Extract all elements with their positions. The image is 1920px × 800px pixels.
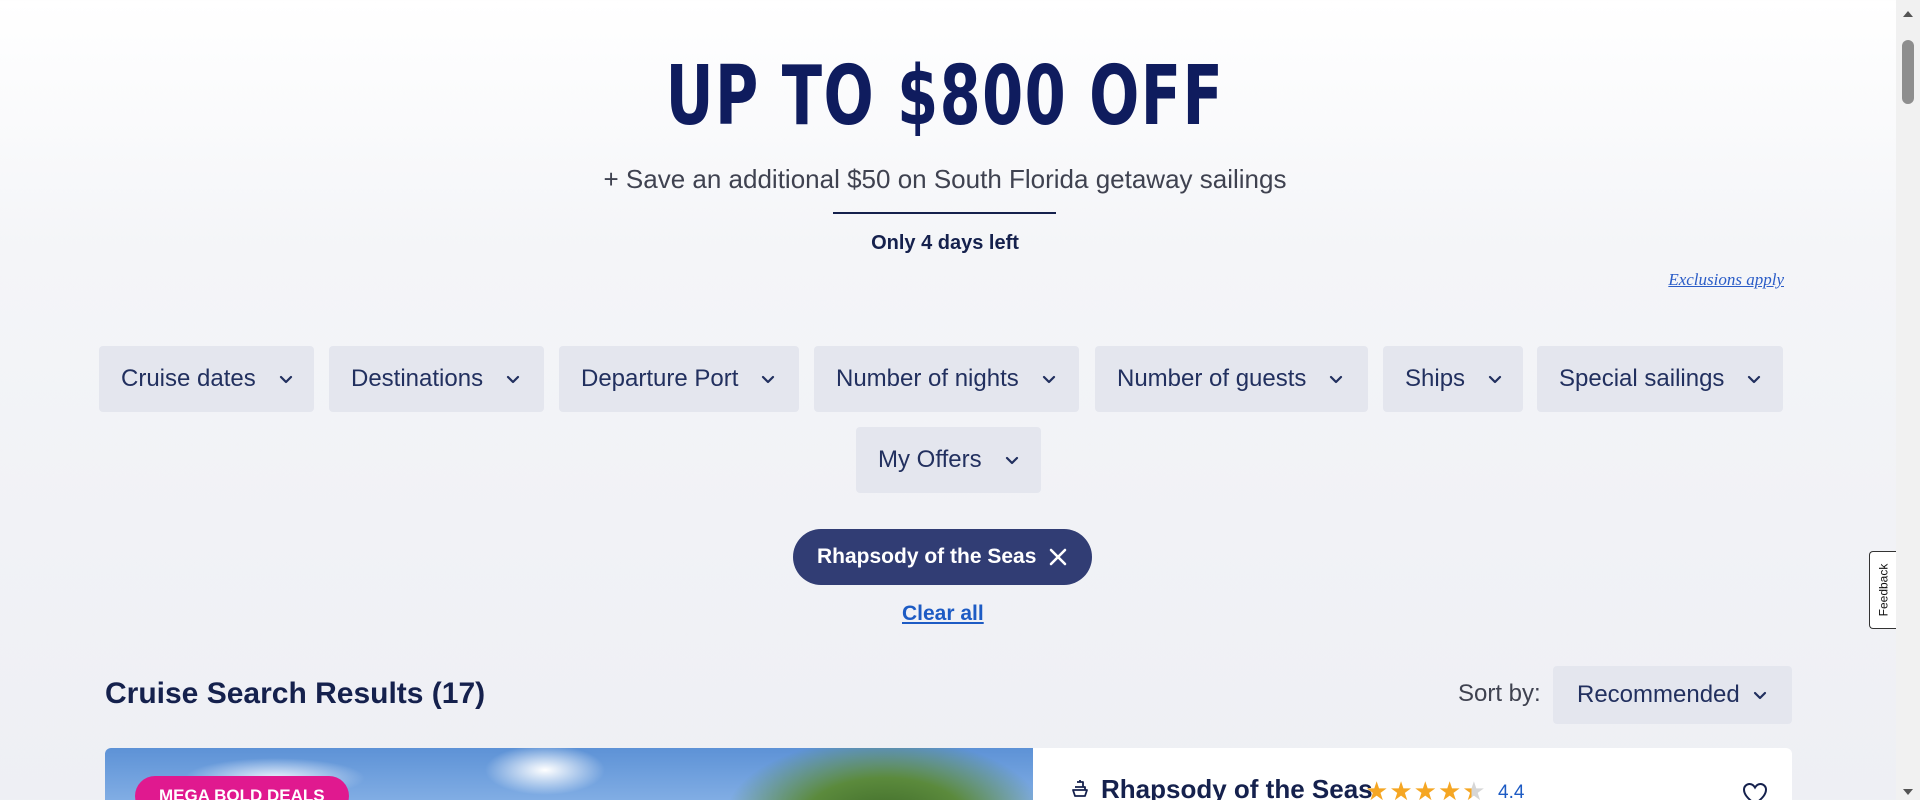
chevron-down-icon — [1041, 371, 1057, 387]
chevron-down-icon — [1487, 371, 1503, 387]
star-icon: ★ — [1413, 776, 1437, 800]
heart-icon[interactable] — [1741, 780, 1769, 800]
chip-label: Rhapsody of the Seas — [817, 545, 1037, 568]
ship-icon — [1069, 778, 1091, 800]
scroll-down-arrow-icon[interactable] — [1902, 784, 1914, 795]
filter-special-sailings[interactable]: Special sailings — [1537, 346, 1783, 412]
promo-countdown: Only 4 days left — [871, 232, 1019, 254]
chevron-down-icon — [1004, 452, 1020, 468]
ship-name[interactable]: Rhapsody of the Seas — [1101, 774, 1373, 800]
filter-ships[interactable]: Ships — [1383, 346, 1523, 412]
filter-label: Destinations — [351, 365, 484, 392]
chevron-down-icon — [1746, 371, 1762, 387]
filter-label: Special sailings — [1559, 365, 1725, 392]
filter-number-of-guests[interactable]: Number of guests — [1095, 346, 1368, 412]
filter-my-offers[interactable]: My Offers — [856, 427, 1041, 493]
chevron-down-icon — [1752, 687, 1768, 703]
sort-value: Recommended — [1577, 681, 1740, 708]
scrollbar[interactable] — [1896, 0, 1920, 800]
chevron-down-icon — [278, 371, 294, 387]
filter-label: Ships — [1405, 365, 1466, 392]
results-title: Cruise Search Results (17) — [105, 677, 486, 710]
promo-divider — [833, 212, 1056, 214]
page: UP TO $800 OFF + Save an additional $50 … — [0, 0, 1896, 800]
filter-number-of-nights[interactable]: Number of nights — [814, 346, 1079, 412]
chevron-down-icon — [760, 371, 776, 387]
promo-title: UP TO $800 OFF — [665, 49, 1225, 144]
filter-label: My Offers — [878, 446, 982, 473]
sort-select[interactable]: Recommended — [1553, 666, 1792, 724]
cruise-result-card[interactable]: MEGA BOLD DEALS Rhapsody of the Seas ★ ★ ★… — [105, 748, 1792, 800]
star-icon: ★ — [1462, 778, 1485, 800]
filter-cruise-dates[interactable]: Cruise dates — [99, 346, 314, 412]
rating-value[interactable]: 4.4 — [1498, 782, 1524, 800]
filter-destinations[interactable]: Destinations — [329, 346, 544, 412]
filter-label: Number of nights — [836, 365, 1019, 392]
chevron-down-icon — [505, 371, 521, 387]
star-icon: ★ — [1389, 776, 1413, 800]
star-icon: ★ — [1437, 776, 1462, 800]
chevron-down-icon — [1328, 371, 1344, 387]
filter-departure-port[interactable]: Departure Port — [559, 346, 799, 412]
scroll-up-arrow-icon[interactable] — [1902, 6, 1914, 17]
active-filter-chip: Rhapsody of the Seas — [793, 529, 1092, 585]
promo-subtitle: + Save an additional $50 on South Florid… — [603, 164, 1287, 194]
feedback-tab[interactable]: Feedback — [1869, 551, 1896, 629]
clear-all-link[interactable]: Clear all — [902, 602, 984, 626]
deal-badge: MEGA BOLD DEALS — [135, 776, 349, 800]
exclusions-link[interactable]: Exclusions apply — [1668, 270, 1784, 290]
filter-label: Number of guests — [1117, 365, 1307, 392]
close-icon[interactable] — [1046, 545, 1070, 569]
sort-label: Sort by: — [1458, 680, 1541, 707]
rating-stars: ★ ★ ★ ★ ★ — [1365, 778, 1486, 800]
scrollbar-thumb[interactable] — [1902, 40, 1914, 104]
feedback-label: Feedback — [1876, 563, 1891, 617]
filter-label: Departure Port — [581, 365, 739, 392]
filter-label: Cruise dates — [121, 365, 256, 392]
star-icon: ★ — [1365, 776, 1389, 800]
